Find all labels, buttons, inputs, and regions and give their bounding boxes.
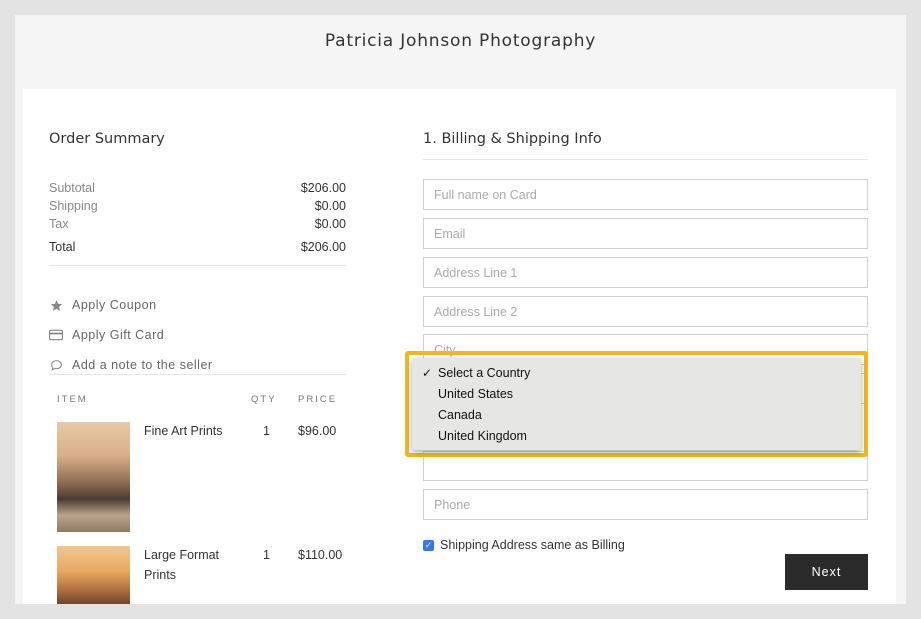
subtotal-label: Subtotal — [49, 181, 95, 195]
credit-card-icon — [49, 328, 63, 342]
price-column-header: PRICE — [298, 394, 338, 405]
item-qty: 1 — [263, 548, 270, 562]
country-option-united-kingdom[interactable]: United Kingdom — [412, 426, 861, 447]
speech-bubble-icon — [49, 358, 63, 372]
total-value: $206.00 — [300, 240, 346, 254]
divider — [423, 159, 868, 160]
address-line-1-field[interactable] — [423, 257, 868, 288]
address-line-2-field[interactable] — [423, 296, 868, 327]
item-name: Large Format Prints — [144, 548, 220, 582]
brand-title: Patricia Johnson Photography — [324, 31, 597, 51]
item-price: $96.00 — [298, 424, 337, 438]
tax-label: Tax — [49, 217, 69, 231]
country-option-label: United Kingdom — [438, 429, 527, 443]
billing-section-title: 1. Billing & Shipping Info — [423, 131, 602, 147]
shipping-same-checkbox[interactable]: ✓ Shipping Address same as Billing — [423, 538, 625, 552]
subtotal-row: Subtotal $206.00 — [49, 181, 346, 195]
full-name-field[interactable] — [423, 179, 868, 210]
item-column-header: ITEM — [57, 394, 88, 405]
add-note-label: Add a note to the seller — [72, 358, 213, 372]
total-row: Total $206.00 — [49, 240, 346, 254]
star-icon — [49, 298, 63, 312]
country-option-label: United States — [438, 387, 514, 401]
apply-gift-card-link[interactable]: Apply Gift Card — [49, 328, 164, 342]
order-summary-title: Order Summary — [49, 131, 165, 147]
apply-gift-card-label: Apply Gift Card — [72, 328, 165, 342]
country-option-united-states[interactable]: United States — [412, 384, 861, 405]
total-label: Total — [49, 240, 76, 254]
checkmark-icon: ✓ — [422, 366, 433, 380]
apply-coupon-link[interactable]: Apply Coupon — [49, 298, 157, 312]
tax-value: $0.00 — [314, 217, 346, 231]
phone-field[interactable] — [423, 489, 868, 520]
next-button[interactable]: Next — [785, 554, 868, 590]
item-thumbnail — [57, 546, 130, 604]
country-option-label: Select a Country — [438, 366, 531, 380]
shipping-label: Shipping — [49, 199, 98, 213]
country-option-select[interactable]: ✓ Select a Country — [412, 363, 861, 384]
country-option-label: Canada — [438, 408, 482, 422]
qty-column-header: QTY — [251, 394, 277, 405]
shipping-row: Shipping $0.00 — [49, 199, 346, 213]
item-qty: 1 — [263, 424, 270, 438]
item-thumbnail — [57, 422, 130, 532]
item-name: Fine Art Prints — [144, 424, 223, 438]
add-note-link[interactable]: Add a note to the seller — [49, 358, 213, 372]
divider — [49, 265, 346, 266]
apply-coupon-label: Apply Coupon — [72, 298, 157, 312]
checkbox-checked-icon[interactable]: ✓ — [423, 539, 434, 551]
shipping-value: $0.00 — [314, 199, 346, 213]
item-price: $110.00 — [298, 548, 343, 562]
subtotal-value: $206.00 — [300, 181, 346, 195]
email-field[interactable] — [423, 218, 868, 249]
checkout-card: Order Summary Subtotal $206.00 Shipping … — [23, 89, 896, 604]
tax-row: Tax $0.00 — [49, 217, 346, 231]
divider — [49, 374, 346, 375]
shipping-same-label: Shipping Address same as Billing — [440, 538, 625, 552]
page-background: Patricia Johnson Photography Order Summa… — [15, 15, 906, 604]
country-dropdown-menu[interactable]: ✓ Select a Country United States Canada … — [412, 358, 861, 450]
country-option-canada[interactable]: Canada — [412, 405, 861, 426]
